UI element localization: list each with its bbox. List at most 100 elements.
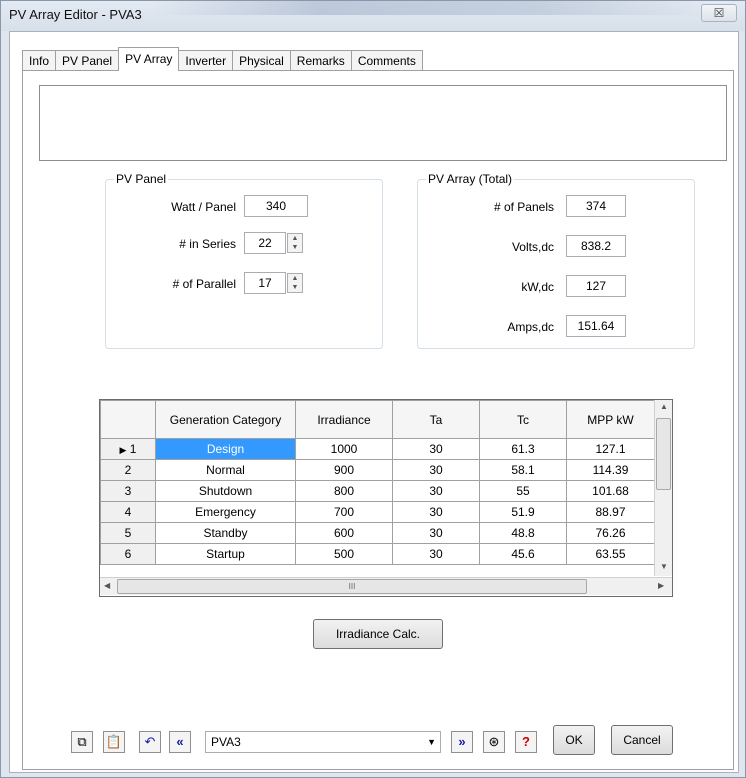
row-number[interactable]: 3 xyxy=(100,480,156,502)
paste-icon[interactable]: 📋 xyxy=(103,731,125,753)
volts-dc-value: 838.2 xyxy=(566,235,626,257)
tab-inverter[interactable]: Inverter xyxy=(178,50,234,71)
mpp-cell[interactable]: 63.55 xyxy=(566,543,655,565)
column-header-generation-category[interactable]: Generation Category xyxy=(155,400,296,439)
ok-button[interactable]: OK xyxy=(553,725,595,755)
horizontal-scrollbar[interactable]: ◀ III ▶ xyxy=(100,577,672,595)
scroll-up-icon[interactable]: ▲ xyxy=(660,402,668,411)
close-button[interactable]: ☒ xyxy=(701,4,737,22)
kw-dc-label: kW,dc xyxy=(521,280,554,294)
irradiance-cell[interactable]: 900 xyxy=(295,459,393,481)
help-icon[interactable]: ? xyxy=(515,731,537,753)
watt-per-panel-label: Watt / Panel xyxy=(171,200,236,214)
mpp-cell[interactable]: 76.26 xyxy=(566,522,655,544)
table-row[interactable]: ▶ 1 Design 1000 30 61.3 127.1 xyxy=(100,438,655,460)
table-row[interactable]: 2 Normal 900 30 58.1 114.39 xyxy=(100,459,655,481)
tc-cell[interactable]: 58.1 xyxy=(479,459,567,481)
row-number: 1 xyxy=(129,442,137,456)
chevron-down-icon[interactable]: ▼ xyxy=(427,732,436,752)
record-selector-dropdown[interactable]: PVA3 ▼ xyxy=(205,731,441,753)
table-row[interactable]: 4 Emergency 700 30 51.9 88.97 xyxy=(100,501,655,523)
row-header[interactable]: ▶ 1 xyxy=(100,438,156,460)
grid-corner-header xyxy=(100,400,156,439)
previous-icon[interactable]: « xyxy=(169,731,191,753)
num-panels-label: # of Panels xyxy=(493,200,554,214)
category-cell[interactable]: Startup xyxy=(155,543,296,565)
amps-dc-value: 151.64 xyxy=(566,315,626,337)
horizontal-scroll-thumb[interactable]: III xyxy=(117,579,587,594)
category-cell[interactable]: Standby xyxy=(155,522,296,544)
window-title: PV Array Editor - PVA3 xyxy=(9,7,142,22)
irradiance-cell[interactable]: 1000 xyxy=(295,438,393,460)
title-bar-background xyxy=(151,1,711,15)
description-textarea[interactable] xyxy=(39,85,727,161)
of-parallel-stepper[interactable]: ▲ ▼ xyxy=(287,273,303,293)
irradiance-cell[interactable]: 600 xyxy=(295,522,393,544)
column-header-ta[interactable]: Ta xyxy=(392,400,480,439)
tab-info[interactable]: Info xyxy=(22,50,57,71)
client-area: Info PV Panel PV Array Inverter Physical… xyxy=(9,31,739,773)
mpp-cell[interactable]: 114.39 xyxy=(566,459,655,481)
mpp-cell[interactable]: 127.1 xyxy=(566,438,655,460)
next-icon[interactable]: » xyxy=(451,731,473,753)
irradiance-calc-button[interactable]: Irradiance Calc. xyxy=(313,619,443,649)
row-number[interactable]: 5 xyxy=(100,522,156,544)
tc-cell[interactable]: 45.6 xyxy=(479,543,567,565)
table-row[interactable]: 3 Shutdown 800 30 55 101.68 xyxy=(100,480,655,502)
scroll-left-icon[interactable]: ◀ xyxy=(104,581,110,590)
category-cell[interactable]: Shutdown xyxy=(155,480,296,502)
in-series-input[interactable]: 22 xyxy=(244,232,286,254)
table-row[interactable]: 5 Standby 600 30 48.8 76.26 xyxy=(100,522,655,544)
pv-array-tab-panel: PV Panel Watt / Panel 340 # in Series 22… xyxy=(22,70,734,770)
tc-cell[interactable]: 51.9 xyxy=(479,501,567,523)
ta-cell[interactable]: 30 xyxy=(392,543,480,565)
irradiance-cell[interactable]: 700 xyxy=(295,501,393,523)
row-number[interactable]: 4 xyxy=(100,501,156,523)
tab-remarks[interactable]: Remarks xyxy=(289,50,352,71)
title-bar: PV Array Editor - PVA3 ☒ xyxy=(1,1,745,31)
mpp-cell[interactable]: 88.97 xyxy=(566,501,655,523)
vertical-scroll-thumb[interactable] xyxy=(656,418,671,490)
column-header-mpp-kw[interactable]: MPP kW xyxy=(566,400,655,439)
cancel-button[interactable]: Cancel xyxy=(611,725,673,755)
irradiance-cell[interactable]: 500 xyxy=(295,543,393,565)
generation-category-grid[interactable]: Generation Category Irradiance Ta Tc MPP… xyxy=(99,399,673,597)
ta-cell[interactable]: 30 xyxy=(392,480,480,502)
ta-cell[interactable]: 30 xyxy=(392,438,480,460)
table-row[interactable]: 6 Startup 500 30 45.6 63.55 xyxy=(100,543,655,565)
tc-cell[interactable]: 48.8 xyxy=(479,522,567,544)
mpp-cell[interactable]: 101.68 xyxy=(566,480,655,502)
vertical-scrollbar[interactable]: ▲ ▼ xyxy=(654,400,672,576)
column-header-tc[interactable]: Tc xyxy=(479,400,567,439)
pv-panel-group-title: PV Panel xyxy=(114,172,169,186)
tc-cell[interactable]: 55 xyxy=(479,480,567,502)
irradiance-cell[interactable]: 800 xyxy=(295,480,393,502)
category-cell[interactable]: Emergency xyxy=(155,501,296,523)
copy-icon[interactable]: ⧉ xyxy=(71,731,93,753)
category-cell[interactable]: Normal xyxy=(155,459,296,481)
scroll-down-icon[interactable]: ▼ xyxy=(660,562,668,571)
row-number[interactable]: 6 xyxy=(100,543,156,565)
tab-pv-array[interactable]: PV Array xyxy=(118,47,180,71)
num-panels-value: 374 xyxy=(566,195,626,217)
tc-cell[interactable]: 61.3 xyxy=(479,438,567,460)
tab-comments[interactable]: Comments xyxy=(350,50,423,71)
tab-physical[interactable]: Physical xyxy=(232,50,291,71)
of-parallel-input[interactable]: 17 xyxy=(244,272,286,294)
grid-table: Generation Category Irradiance Ta Tc MPP… xyxy=(100,400,655,565)
category-cell[interactable]: Design xyxy=(155,438,296,460)
grid-header-row: Generation Category Irradiance Ta Tc MPP… xyxy=(100,400,655,439)
tab-pv-panel[interactable]: PV Panel xyxy=(55,50,120,71)
current-row-indicator: ▶ xyxy=(119,445,127,455)
scroll-right-icon[interactable]: ▶ xyxy=(658,581,664,590)
row-number[interactable]: 2 xyxy=(100,459,156,481)
in-series-stepper[interactable]: ▲ ▼ xyxy=(287,233,303,253)
ta-cell[interactable]: 30 xyxy=(392,459,480,481)
column-header-irradiance[interactable]: Irradiance xyxy=(295,400,393,439)
pv-array-editor-window: PV Array Editor - PVA3 ☒ Info PV Panel P… xyxy=(0,0,746,778)
undo-icon[interactable]: ↶ xyxy=(139,731,161,753)
find-icon[interactable]: ⊛ xyxy=(483,731,505,753)
ta-cell[interactable]: 30 xyxy=(392,522,480,544)
watt-per-panel-input[interactable]: 340 xyxy=(244,195,308,217)
ta-cell[interactable]: 30 xyxy=(392,501,480,523)
